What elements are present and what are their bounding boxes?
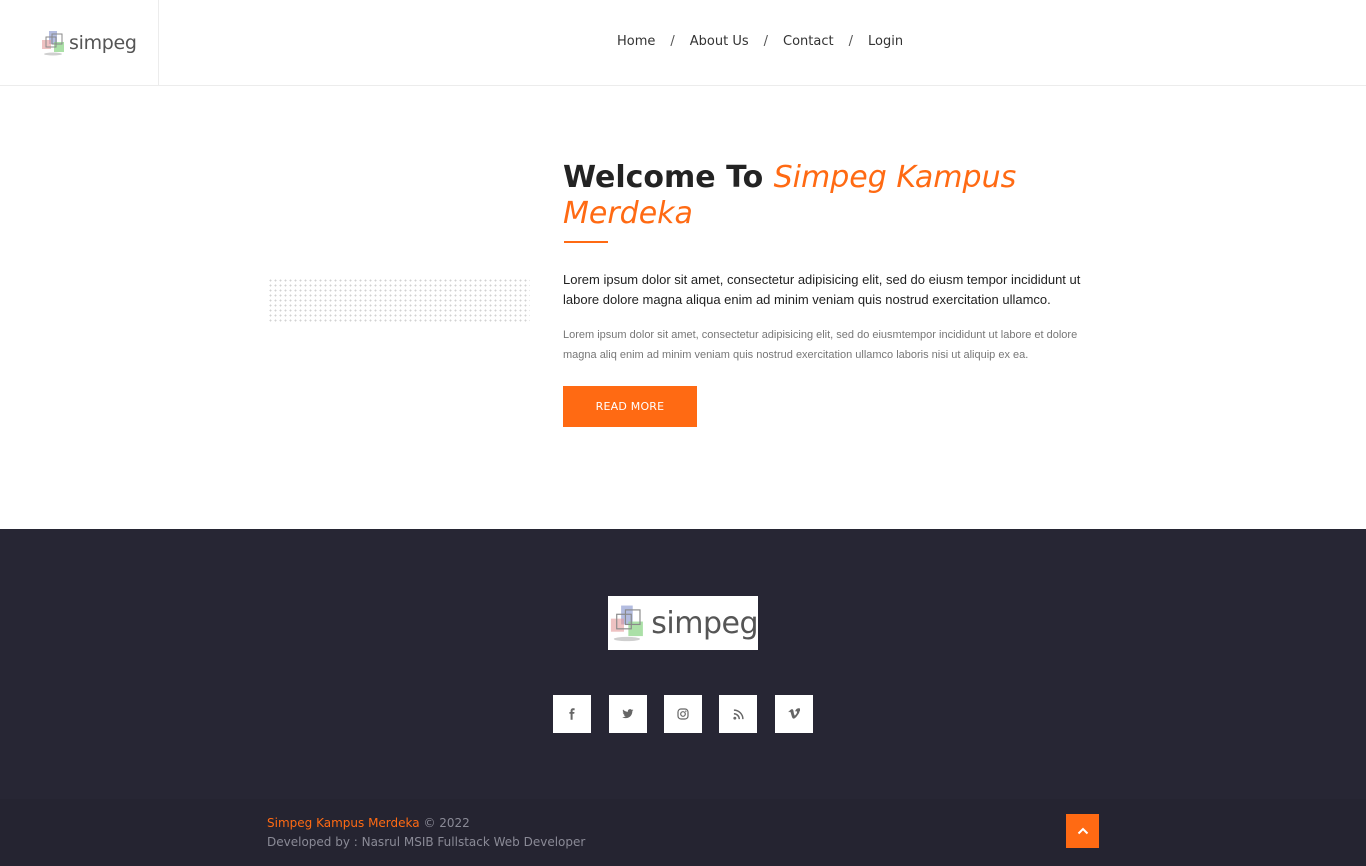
logo-cubes-icon [610,605,643,642]
site-header: simpeg Home / About Us / Contact / Login [0,0,1366,86]
chevron-up-icon [1077,827,1088,835]
twitter-link[interactable] [609,695,647,733]
copyright-text: Simpeg Kampus Merdeka © 2022 [267,816,470,830]
nav-separator: / [848,34,853,49]
dot-pattern-decoration [268,278,530,324]
footer-bottom-bar [0,799,1366,866]
welcome-paragraph-secondary: Lorem ipsum dolor sit amet, consectetur … [563,329,1078,361]
logo-text: simpeg [69,32,137,54]
footer-logo[interactable]: simpeg [608,596,758,650]
copyright-brand-link[interactable]: Simpeg Kampus Merdeka [267,816,420,830]
facebook-icon [569,708,575,720]
nav-contact[interactable]: Contact [783,34,834,49]
developer-credit: Developed by : Nasrul MSIB Fullstack Web… [267,835,586,849]
rss-icon [732,708,744,720]
welcome-heading: Welcome To Simpeg Kampus Merdeka [563,160,1103,232]
rss-link[interactable] [719,695,757,733]
nav-separator: / [670,34,675,49]
nav-home[interactable]: Home [617,34,655,49]
welcome-heading-prefix: Welcome To [563,160,774,195]
vimeo-link[interactable] [775,695,813,733]
footer-logo-text: simpeg [651,605,758,641]
instagram-icon [677,708,689,720]
vimeo-icon [788,708,800,719]
heading-underline [564,241,608,243]
site-logo[interactable]: simpeg [40,30,137,56]
read-more-button[interactable]: READ MORE [563,386,697,427]
copyright-year: © 2022 [423,816,470,830]
nav-login[interactable]: Login [868,34,903,49]
nav-separator: / [763,34,769,49]
nav-about-us[interactable]: About Us [690,34,749,49]
site-footer: simpeg Simpeg Kampus Merdeka © 2022 Deve… [0,529,1366,866]
main-nav: Home / About Us / Contact / Login [617,34,903,49]
logo-container: simpeg [0,0,159,85]
scroll-to-top-button[interactable] [1066,814,1099,848]
logo-cubes-icon [42,31,64,56]
facebook-link[interactable] [553,695,591,733]
instagram-link[interactable] [664,695,702,733]
welcome-paragraph-primary: Lorem ipsum dolor sit amet, consectetur … [563,272,1081,307]
twitter-icon [622,709,634,719]
